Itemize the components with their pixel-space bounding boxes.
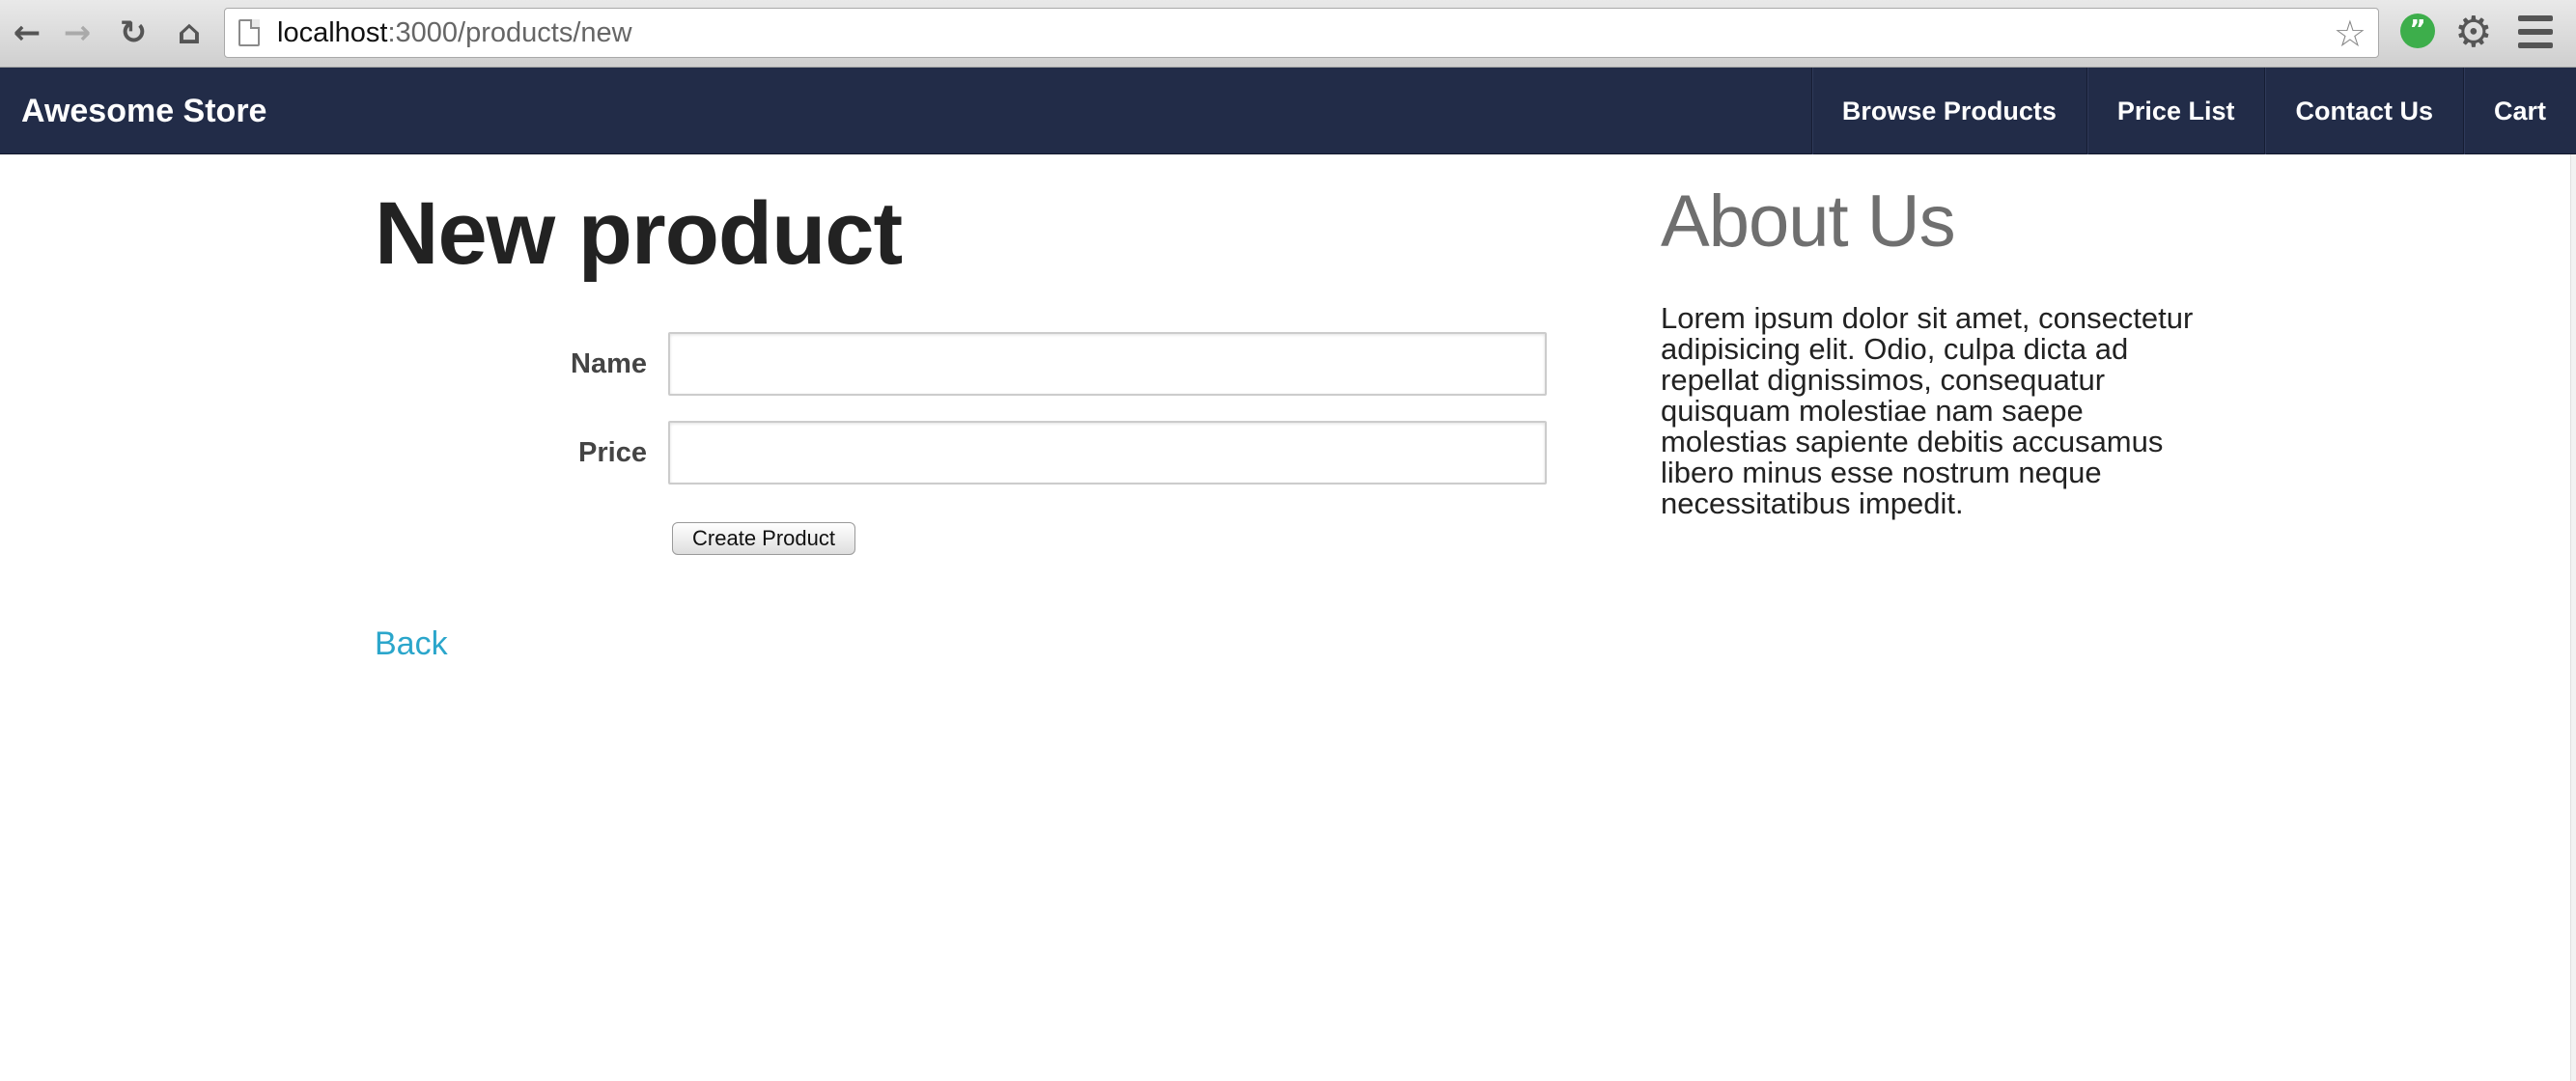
about-us-title: About Us <box>1661 180 1956 263</box>
url-path: :3000/products/new <box>387 16 632 48</box>
page-title: New product <box>375 184 903 283</box>
reload-icon[interactable]: ↻ <box>110 10 156 56</box>
nav-price-list[interactable]: Price List <box>2086 68 2265 154</box>
scrollbar[interactable] <box>2570 154 2576 1081</box>
hangouts-icon[interactable]: ” <box>2400 14 2435 48</box>
price-row: Price <box>0 421 1554 485</box>
home-icon[interactable]: ⌂ <box>166 10 212 56</box>
name-input[interactable] <box>668 332 1547 396</box>
forward-arrow-icon[interactable]: → <box>54 10 100 56</box>
gear-icon[interactable]: ⚙ <box>2454 8 2492 57</box>
bookmark-star-icon[interactable]: ☆ <box>2334 13 2366 55</box>
create-product-button[interactable]: Create Product <box>672 522 855 555</box>
nav-browse-products[interactable]: Browse Products <box>1810 68 2086 154</box>
site-navbar: Awesome Store Browse Products Price List… <box>0 68 2576 154</box>
name-label: Name <box>571 348 647 379</box>
brand-logo[interactable]: Awesome Store <box>21 68 266 154</box>
nav-cart[interactable]: Cart <box>2462 68 2576 154</box>
back-link[interactable]: Back <box>375 625 448 663</box>
menu-icon[interactable] <box>2518 15 2553 48</box>
name-row: Name <box>0 332 1554 396</box>
nav-links: Browse Products Price List Contact Us Ca… <box>1810 68 2576 154</box>
about-us-text: Lorem ipsum dolor sit amet, consectetur … <box>1661 301 2194 520</box>
url-text[interactable]: localhost:3000/products/new <box>277 17 632 49</box>
browser-toolbar: ← → ↻ ⌂ localhost:3000/products/new ☆ ” … <box>0 0 2576 68</box>
url-host: localhost <box>277 16 388 48</box>
page-icon <box>238 19 260 46</box>
nav-contact-us[interactable]: Contact Us <box>2264 68 2463 154</box>
price-input[interactable] <box>668 421 1547 485</box>
address-bar[interactable]: localhost:3000/products/new ☆ <box>224 8 2379 58</box>
price-label: Price <box>578 437 647 468</box>
back-arrow-icon[interactable]: ← <box>4 10 50 56</box>
